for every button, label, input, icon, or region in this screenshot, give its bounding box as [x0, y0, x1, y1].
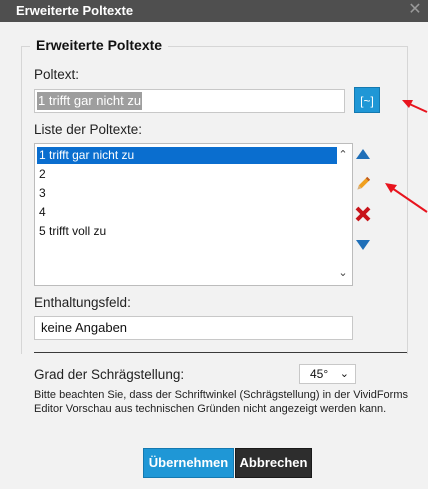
- dialog: Erweiterte Poltexte ✕ Erweiterte Poltext…: [0, 0, 428, 489]
- list-item[interactable]: 1 trifft gar nicht zu: [37, 147, 337, 164]
- poltext-label: Poltext:: [34, 67, 80, 82]
- apply-button[interactable]: Übernehmen: [143, 448, 234, 478]
- scroll-down-icon[interactable]: ⌄: [336, 266, 350, 280]
- poltext-value: 1 trifft gar nicht zu: [37, 92, 143, 110]
- window-title: Erweiterte Poltexte: [16, 3, 134, 18]
- enthaltung-label: Enthaltungsfeld:: [34, 295, 131, 310]
- insert-tilde-button[interactable]: [~]: [354, 87, 380, 113]
- move-down-icon[interactable]: [354, 235, 372, 253]
- list-label: Liste der Poltexte:: [34, 122, 143, 137]
- cancel-button[interactable]: Abbrechen: [235, 448, 312, 478]
- annotation-arrow-2: [385, 183, 428, 213]
- annotation-arrow-1: [402, 100, 428, 113]
- enthaltung-input[interactable]: keine Angaben: [34, 316, 353, 340]
- close-icon[interactable]: ✕: [406, 1, 424, 19]
- scroll-up-icon[interactable]: ⌃: [336, 148, 350, 162]
- list-item[interactable]: 5 trifft voll zu: [37, 223, 337, 240]
- list-item[interactable]: 3: [37, 185, 337, 202]
- pencil-icon[interactable]: [354, 175, 372, 193]
- separator: [34, 352, 407, 353]
- slant-select[interactable]: 45° ⌄: [299, 364, 356, 384]
- delete-icon[interactable]: [354, 205, 372, 223]
- slant-value: 45°: [310, 367, 329, 381]
- slant-label: Grad der Schrägstellung:: [34, 367, 185, 382]
- info-note: Bitte beachten Sie, dass der Schriftwink…: [34, 389, 408, 415]
- group-title: Erweiterte Poltexte: [30, 37, 169, 53]
- poltext-input[interactable]: 1 trifft gar nicht zu: [34, 89, 345, 113]
- title-bar: Erweiterte Poltexte ✕: [0, 0, 428, 22]
- list-item[interactable]: 2: [37, 166, 337, 183]
- move-up-icon[interactable]: [354, 146, 372, 164]
- chevron-down-icon: ⌄: [339, 368, 349, 380]
- list-item[interactable]: 4: [37, 204, 337, 221]
- poltext-list[interactable]: 1 trifft gar nicht zu 2 3 4 5 trifft vol…: [34, 143, 353, 286]
